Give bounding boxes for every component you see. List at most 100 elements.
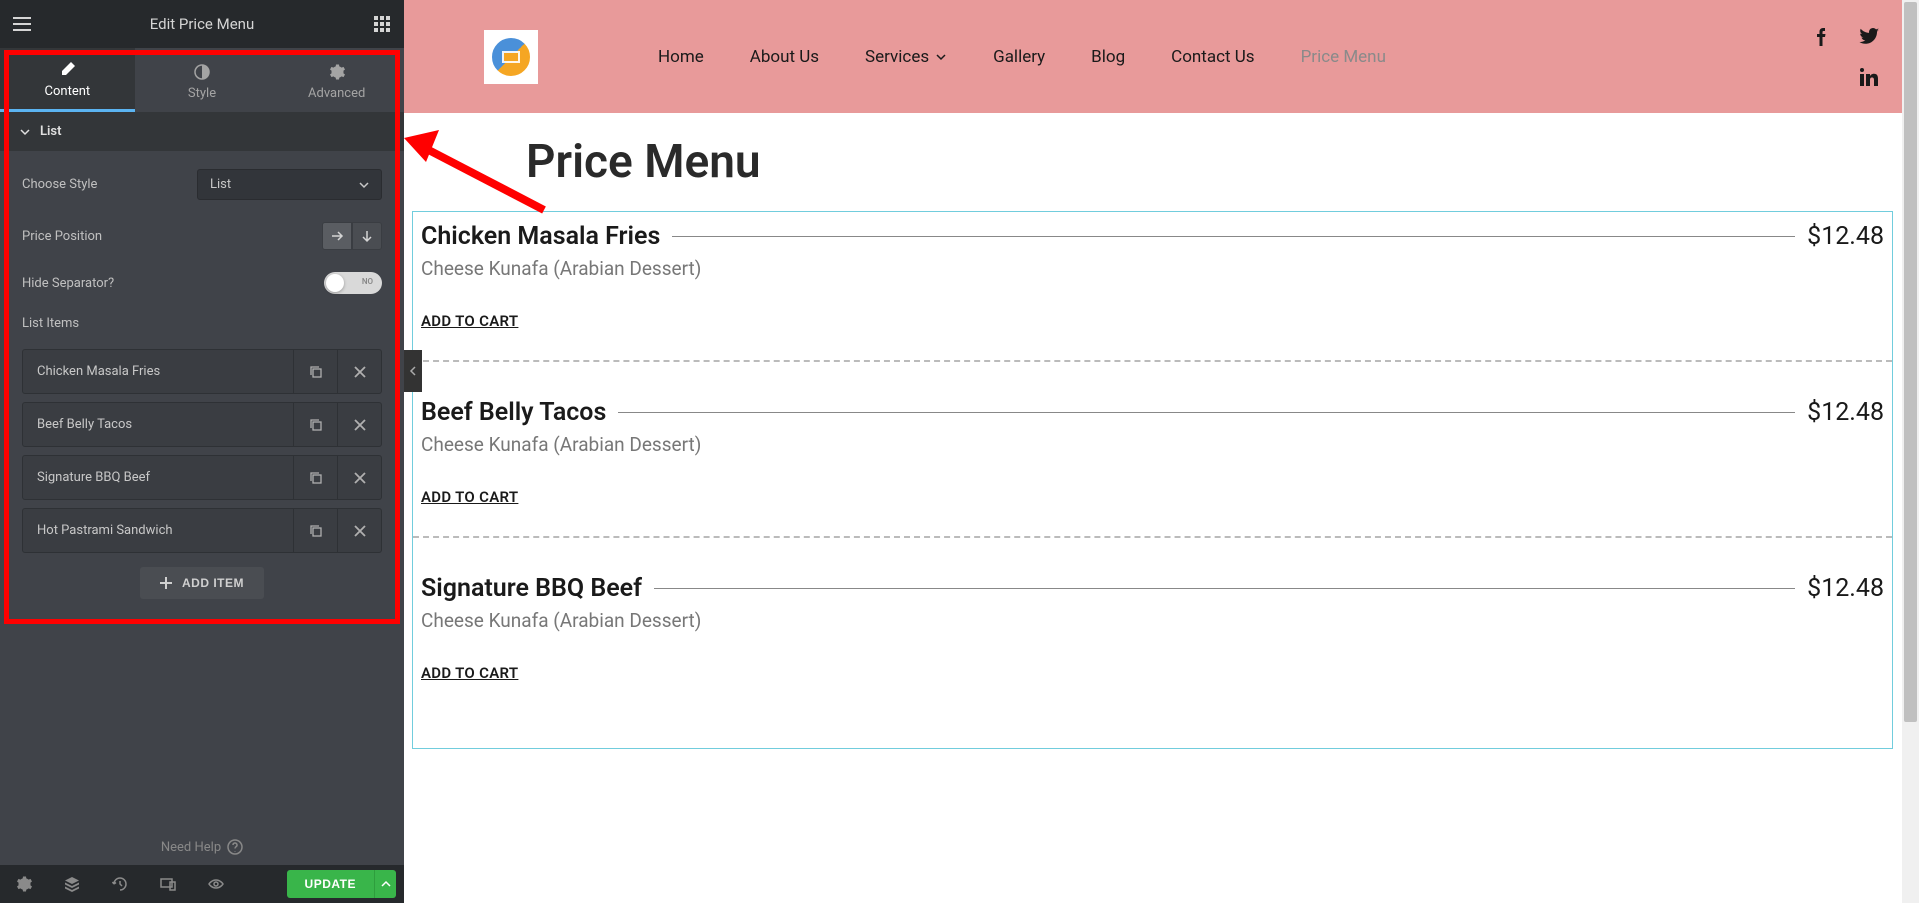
menu-icon[interactable] <box>12 14 32 34</box>
update-dropdown-button[interactable] <box>374 870 396 898</box>
price-position-buttons <box>322 222 382 250</box>
add-to-cart-link[interactable]: ADD TO CART <box>421 488 1884 506</box>
site-header: Home About Us Services Gallery Blog Cont… <box>404 0 1919 113</box>
nav-blog[interactable]: Blog <box>1091 47 1125 67</box>
close-icon <box>354 525 366 537</box>
linkedin-link[interactable] <box>1845 57 1893 97</box>
menu-item: Signature BBQ Beef $12.48 Cheese Kunafa … <box>413 574 1892 712</box>
preview-button[interactable] <box>192 865 240 903</box>
duplicate-button[interactable] <box>293 350 337 393</box>
copy-icon <box>309 365 323 379</box>
navigator-button[interactable] <box>48 865 96 903</box>
choose-style-value: List <box>210 177 231 192</box>
sidebar-title: Edit Price Menu <box>32 15 372 33</box>
layers-icon <box>64 876 80 892</box>
menu-item-description: Cheese Kunafa (Arabian Dessert) <box>421 257 1884 280</box>
duplicate-button[interactable] <box>293 403 337 446</box>
need-help-link[interactable]: Need Help <box>0 829 404 865</box>
list-item-title[interactable]: Beef Belly Tacos <box>23 403 293 446</box>
need-help-text: Need Help <box>161 840 221 855</box>
copy-icon <box>309 524 323 538</box>
list-item: Beef Belly Tacos <box>22 402 382 447</box>
toggle-text: NO <box>362 277 373 286</box>
list-item: Signature BBQ Beef <box>22 455 382 500</box>
nav-gallery[interactable]: Gallery <box>993 47 1045 67</box>
logo-icon <box>489 35 533 79</box>
accordion-title: List <box>40 124 61 139</box>
list-accordion-header[interactable]: List <box>0 112 404 151</box>
history-icon <box>112 876 128 892</box>
collapse-sidebar-button[interactable] <box>404 350 422 392</box>
menu-item-price: $12.48 <box>1807 398 1884 427</box>
arrow-down-icon <box>360 229 374 243</box>
list-item-title[interactable]: Signature BBQ Beef <box>23 456 293 499</box>
duplicate-button[interactable] <box>293 509 337 552</box>
duplicate-button[interactable] <box>293 456 337 499</box>
tab-content-label: Content <box>45 84 91 99</box>
editor-sidebar: Edit Price Menu Content Style <box>0 0 404 903</box>
delete-button[interactable] <box>337 456 381 499</box>
delete-button[interactable] <box>337 350 381 393</box>
tab-advanced[interactable]: Advanced <box>269 48 404 112</box>
list-items-label: List Items <box>22 316 382 331</box>
add-to-cart-link[interactable]: ADD TO CART <box>421 312 1884 330</box>
copy-icon <box>309 471 323 485</box>
chevron-down-icon <box>935 51 947 63</box>
list-item-title[interactable]: Hot Pastrami Sandwich <box>23 509 293 552</box>
menu-item-description: Cheese Kunafa (Arabian Dessert) <box>421 433 1884 456</box>
page-title: Price Menu <box>526 135 1919 189</box>
delete-button[interactable] <box>337 509 381 552</box>
caret-up-icon <box>381 879 391 889</box>
linkedin-icon <box>1860 68 1878 86</box>
add-to-cart-link[interactable]: ADD TO CART <box>421 664 1884 682</box>
site-logo[interactable] <box>484 30 538 84</box>
price-menu-widget[interactable]: Chicken Masala Fries $12.48 Cheese Kunaf… <box>412 211 1893 749</box>
close-icon <box>354 419 366 431</box>
nav-price-menu[interactable]: Price Menu <box>1301 47 1386 67</box>
arrow-right-icon <box>330 229 344 243</box>
sidebar-footer: UPDATE <box>0 865 404 903</box>
menu-item-separator <box>618 412 1795 413</box>
choose-style-select[interactable]: List <box>197 169 382 200</box>
chevron-left-icon <box>409 366 417 376</box>
nav-home[interactable]: Home <box>658 47 704 67</box>
site-nav: Home About Us Services Gallery Blog Cont… <box>658 47 1386 67</box>
menu-item-price: $12.48 <box>1807 574 1884 603</box>
nav-about-us[interactable]: About Us <box>750 47 819 67</box>
twitter-link[interactable] <box>1845 17 1893 57</box>
delete-button[interactable] <box>337 403 381 446</box>
close-icon <box>354 472 366 484</box>
list-item-title[interactable]: Chicken Masala Fries <box>23 350 293 393</box>
contrast-icon <box>194 64 210 80</box>
tab-style[interactable]: Style <box>135 48 270 112</box>
facebook-link[interactable] <box>1797 17 1845 57</box>
scrollbar[interactable] <box>1902 0 1919 903</box>
copy-icon <box>309 418 323 432</box>
toggle-knob <box>326 274 344 292</box>
update-button[interactable]: UPDATE <box>287 870 374 898</box>
choose-style-label: Choose Style <box>22 177 97 192</box>
choose-style-row: Choose Style List <box>22 169 382 200</box>
apps-icon[interactable] <box>372 14 392 34</box>
tab-content[interactable]: Content <box>0 48 135 112</box>
responsive-button[interactable] <box>144 865 192 903</box>
price-position-down-button[interactable] <box>352 222 382 250</box>
caret-down-icon <box>359 180 369 190</box>
scrollbar-thumb[interactable] <box>1904 2 1917 722</box>
nav-services-label: Services <box>865 47 929 67</box>
settings-button[interactable] <box>0 865 48 903</box>
add-item-button[interactable]: ADD ITEM <box>140 567 264 599</box>
price-position-right-button[interactable] <box>322 222 352 250</box>
list-items-container: Chicken Masala Fries Beef Belly Tacos Si… <box>0 349 404 553</box>
price-position-row: Price Position <box>22 222 382 250</box>
nav-contact-us[interactable]: Contact Us <box>1171 47 1254 67</box>
history-button[interactable] <box>96 865 144 903</box>
menu-item: Chicken Masala Fries $12.48 Cheese Kunaf… <box>413 222 1892 362</box>
gear-icon <box>16 876 32 892</box>
nav-services[interactable]: Services <box>865 47 947 67</box>
pencil-icon <box>59 62 75 78</box>
plus-icon <box>160 577 172 589</box>
menu-item: Beef Belly Tacos $12.48 Cheese Kunafa (A… <box>413 398 1892 538</box>
menu-item-description: Cheese Kunafa (Arabian Dessert) <box>421 609 1884 632</box>
hide-separator-toggle[interactable]: NO <box>324 272 382 294</box>
